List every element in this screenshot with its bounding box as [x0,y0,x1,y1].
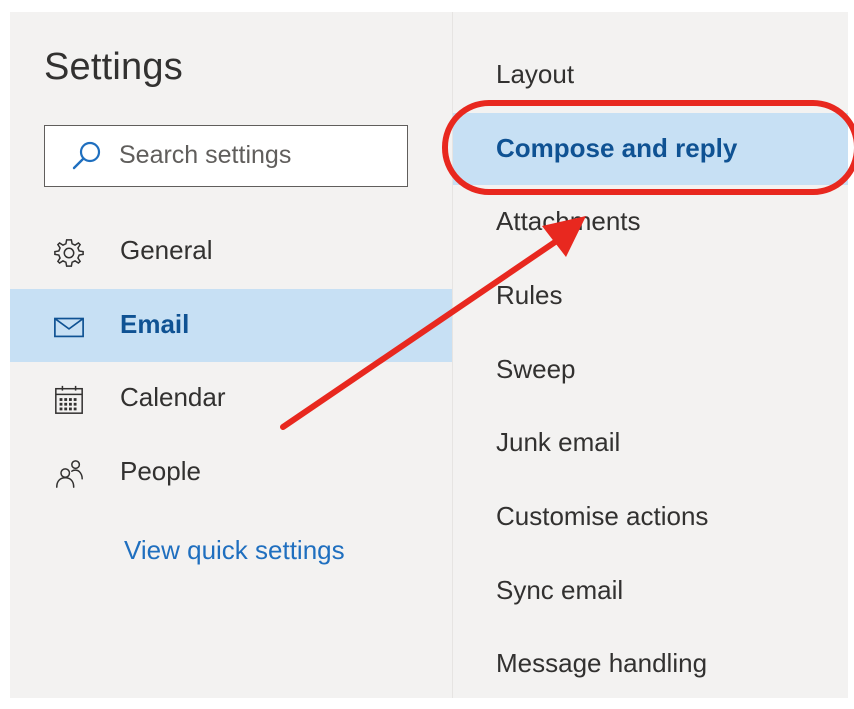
sub-label-customise-actions: Customise actions [496,501,709,531]
search-box[interactable] [44,125,408,187]
nav-label-email: Email [120,309,190,339]
sub-label-junk-email: Junk email [496,427,621,457]
settings-nav-pane: Settings General [10,12,452,698]
nav-label-general: General [120,235,213,265]
search-input[interactable] [119,126,399,185]
sub-item-sync-email[interactable]: Sync email [453,555,848,627]
page-title: Settings [44,46,183,88]
sub-label-sweep: Sweep [496,354,576,384]
sub-item-attachments[interactable]: Attachments [453,186,848,258]
sub-label-compose-and-reply: Compose and reply [496,133,738,163]
mail-icon [54,317,84,338]
sub-item-customise-actions[interactable]: Customise actions [453,481,848,553]
view-quick-settings-link[interactable]: View quick settings [124,535,345,566]
sub-item-layout[interactable]: Layout [453,39,848,111]
sub-item-sweep[interactable]: Sweep [453,334,848,406]
gear-icon [54,239,84,267]
search-icon [72,141,101,170]
sub-item-compose-and-reply[interactable]: Compose and reply [453,113,848,185]
sub-label-attachments: Attachments [496,206,641,236]
sub-label-layout: Layout [496,59,575,89]
nav-label-calendar: Calendar [120,382,226,412]
sub-label-message-handling: Message handling [496,648,708,678]
sub-item-rules[interactable]: Rules [453,260,848,332]
email-settings-pane: Layout Compose and reply Attachments Rul… [453,12,848,698]
sub-item-junk-email[interactable]: Junk email [453,407,848,479]
nav-item-general[interactable]: General [10,215,452,288]
settings-panel: Settings General [10,12,848,698]
nav-label-people: People [120,456,201,486]
nav-item-calendar[interactable]: Calendar [10,362,452,435]
people-icon [56,460,83,488]
sub-label-sync-email: Sync email [496,575,624,605]
sub-label-rules: Rules [496,280,563,310]
calendar-icon [55,385,83,414]
nav-item-people[interactable]: People [10,436,452,509]
sub-item-message-handling[interactable]: Message handling [453,628,848,698]
nav-item-email[interactable]: Email [10,289,452,362]
